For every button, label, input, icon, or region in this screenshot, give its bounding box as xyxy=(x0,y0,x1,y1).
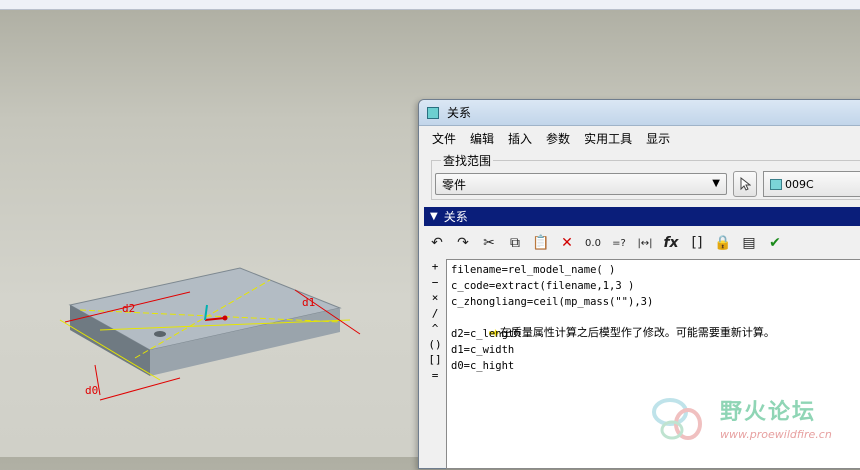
function-button[interactable]: fx xyxy=(659,231,683,255)
butterfly-logo-icon xyxy=(652,398,702,440)
3d-part-model: d2 d1 d0 xyxy=(59,267,361,401)
dialog-title: 关系 xyxy=(447,106,472,120)
menu-parameters[interactable]: 参数 xyxy=(539,128,577,149)
code-line: c_code=extract(filename,1,3 ) xyxy=(451,280,635,292)
code-line: c_zhongliang=ceil(mp_mass(""),3) xyxy=(451,296,654,308)
menu-display[interactable]: 显示 xyxy=(639,128,677,149)
warning-message: 在质量属性计算之后模型作了修改。可能需要重新计算。 xyxy=(499,326,775,339)
code-line: d1=c_width xyxy=(451,344,515,356)
operator-parens[interactable]: () xyxy=(428,338,441,354)
app-window-icon xyxy=(427,106,439,119)
top-toolbar-strip xyxy=(0,0,860,10)
operator-minus[interactable]: − xyxy=(432,276,439,292)
lookup-scope-label: 查找范围 xyxy=(441,152,494,169)
scope-select[interactable]: 零件 ▼ xyxy=(435,173,727,195)
menu-edit[interactable]: 编辑 xyxy=(463,128,501,149)
copy-button[interactable]: ⧉ xyxy=(503,231,527,255)
chevron-down-icon: ▼ xyxy=(712,178,720,189)
dimension-toggle-button[interactable]: |↔| xyxy=(633,231,657,255)
brackets-button[interactable]: [] xyxy=(685,231,709,255)
relations-section-header[interactable]: ▼ 关系 xyxy=(424,207,860,226)
menu-bar: 文件 编辑 插入 参数 实用工具 显示 xyxy=(419,126,860,150)
collapse-triangle-icon: ▼ xyxy=(430,211,438,222)
relations-toolbar: ↶ ↷ ✂ ⧉ 📋 ✕ 0.0 =? |↔| fx [] 🔒 ▤ ✔ xyxy=(425,229,860,257)
verify-button[interactable]: ✔ xyxy=(763,231,787,255)
operator-divide[interactable]: / xyxy=(432,307,439,323)
operator-plus[interactable]: + xyxy=(432,260,439,276)
operator-power[interactable]: ^ xyxy=(432,322,439,338)
operator-sidebar: + − × / ^ () [] = xyxy=(425,260,445,470)
cut-button[interactable]: ✂ xyxy=(477,231,501,255)
watermark-url: www.proewildfire.cn xyxy=(720,428,832,441)
part-name-field[interactable]: 009C xyxy=(763,171,860,197)
operator-multiply[interactable]: × xyxy=(432,291,439,307)
number-format-button[interactable]: 0.0 xyxy=(581,231,605,255)
delete-button[interactable]: ✕ xyxy=(555,231,579,255)
dimension-label-d2[interactable]: d2 xyxy=(122,302,135,315)
menu-file[interactable]: 文件 xyxy=(425,128,463,149)
sort-relations-button[interactable]: ▤ xyxy=(737,231,761,255)
code-line: d0=c_hight xyxy=(451,360,515,372)
scope-select-value: 零件 xyxy=(442,177,467,192)
redo-button[interactable]: ↷ xyxy=(451,231,475,255)
relations-section-title: 关系 xyxy=(443,210,468,224)
forum-watermark: 野火论坛 www.proewildfire.cn xyxy=(650,390,860,450)
code-line: d2=c_length xyxy=(451,328,521,340)
dialog-titlebar[interactable]: 关系 xyxy=(419,100,860,126)
cursor-arrow-icon xyxy=(740,177,751,191)
dimension-label-d0[interactable]: d0 xyxy=(85,384,98,397)
operator-equals[interactable]: = xyxy=(432,369,439,385)
evaluate-button[interactable]: =? xyxy=(607,231,631,255)
part-icon xyxy=(770,178,782,190)
dimension-label-d1[interactable]: d1 xyxy=(302,296,315,309)
paste-button[interactable]: 📋 xyxy=(529,231,553,255)
menu-utilities[interactable]: 实用工具 xyxy=(577,128,639,149)
menu-insert[interactable]: 插入 xyxy=(501,128,539,149)
undo-button[interactable]: ↶ xyxy=(425,231,449,255)
watermark-title: 野火论坛 xyxy=(720,400,817,425)
part-name-value: 009C xyxy=(785,177,814,191)
select-pointer-button[interactable] xyxy=(733,171,757,197)
code-line: filename=rel_model_name( ) xyxy=(451,264,616,276)
lock-tool-button[interactable]: 🔒 xyxy=(711,231,735,255)
operator-brackets[interactable]: [] xyxy=(428,353,441,369)
